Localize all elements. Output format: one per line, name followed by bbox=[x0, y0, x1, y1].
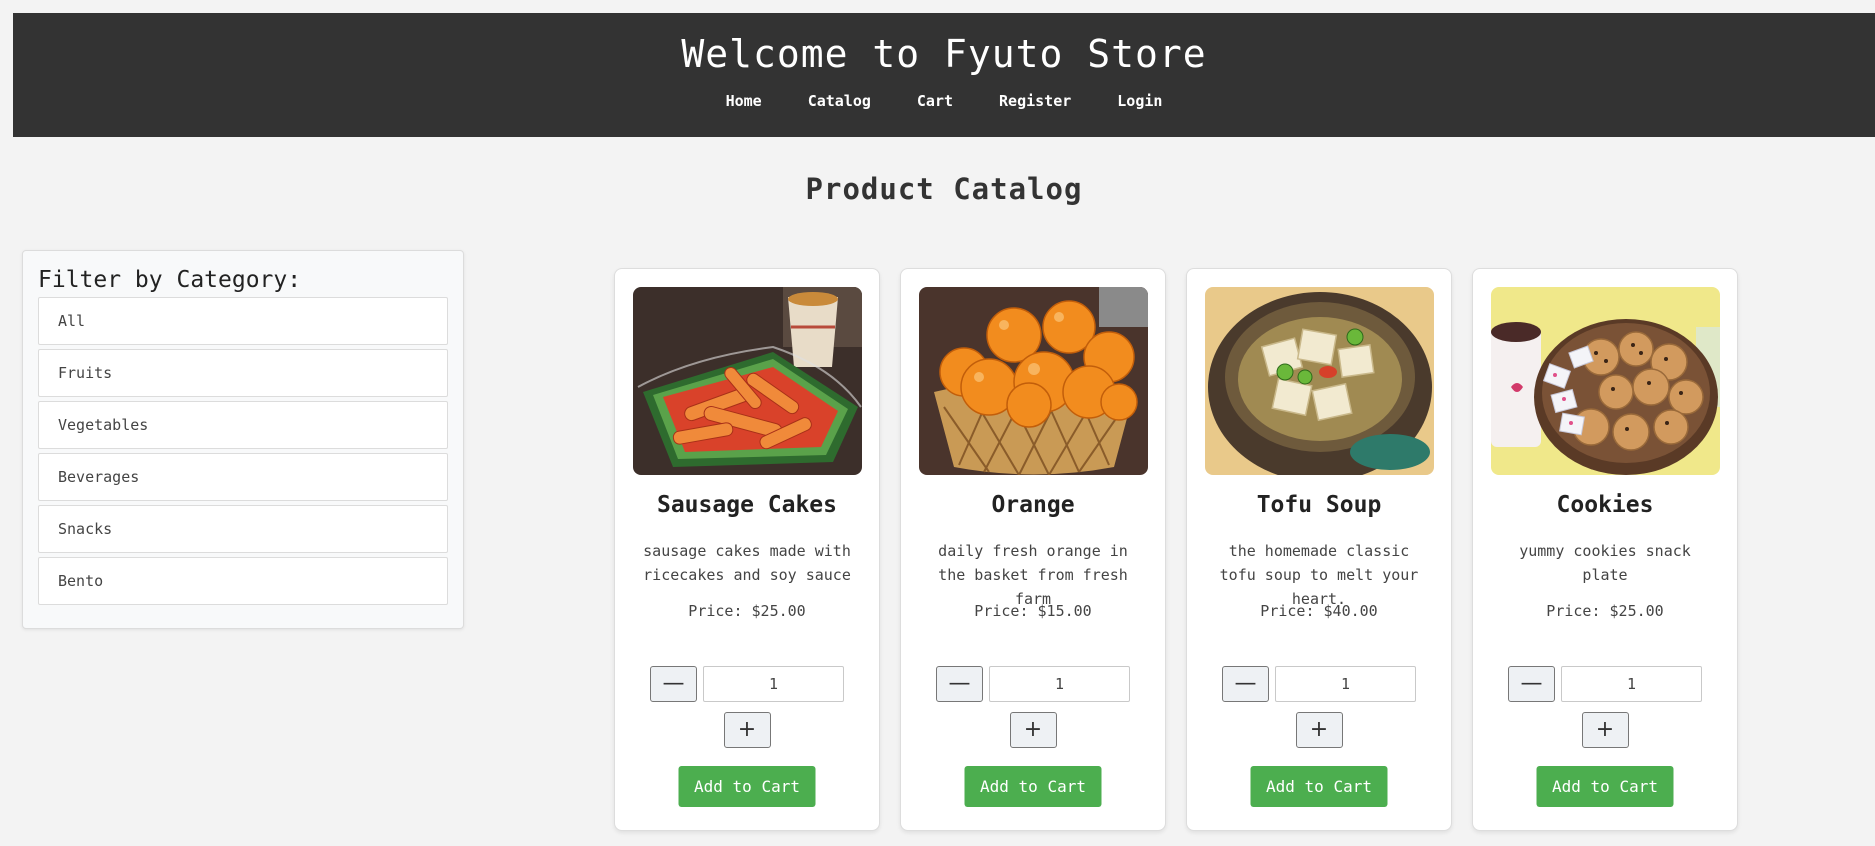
category-beverages[interactable]: Beverages bbox=[38, 453, 448, 501]
nav-login[interactable]: Login bbox=[1094, 91, 1185, 111]
product-price: Price: $15.00 bbox=[974, 602, 1092, 620]
decrease-quantity-button[interactable]: — bbox=[1222, 666, 1269, 702]
increase-quantity-button[interactable]: + bbox=[723, 712, 771, 748]
product-name: Sausage Cakes bbox=[656, 492, 837, 518]
add-to-cart-button[interactable]: Add to Cart bbox=[964, 766, 1102, 807]
add-to-cart-button[interactable]: Add to Cart bbox=[678, 766, 816, 807]
category-fruits[interactable]: Fruits bbox=[38, 349, 448, 397]
increase-row: + bbox=[615, 712, 879, 748]
product-image[interactable] bbox=[1491, 287, 1720, 475]
nav-cart[interactable]: Cart bbox=[894, 91, 976, 111]
orange-basket-image bbox=[919, 287, 1148, 475]
category-list: All Fruits Vegetables Beverages Snacks B… bbox=[38, 297, 448, 605]
quantity-controls: — 1 bbox=[1187, 666, 1451, 702]
quantity-controls: — 1 bbox=[615, 666, 879, 702]
product-name: Tofu Soup bbox=[1256, 492, 1382, 518]
increase-quantity-button[interactable]: + bbox=[1009, 712, 1057, 748]
product-description: daily fresh orange in the basket from fr… bbox=[938, 542, 1128, 608]
category-all[interactable]: All bbox=[38, 297, 448, 345]
quantity-input[interactable]: 1 bbox=[1275, 666, 1416, 702]
increase-row: + bbox=[901, 712, 1165, 748]
add-to-cart-button[interactable]: Add to Cart bbox=[1536, 766, 1674, 807]
product-description: sausage cakes made with ricecakes and so… bbox=[643, 542, 851, 584]
increase-row: + bbox=[1187, 712, 1451, 748]
tofu-soup-image bbox=[1205, 287, 1434, 475]
decrease-quantity-button[interactable]: — bbox=[650, 666, 697, 702]
increase-quantity-button[interactable]: + bbox=[1581, 712, 1629, 748]
nav-home[interactable]: Home bbox=[703, 91, 785, 111]
product-card: Sausage Cakes sausage cakes made with ri… bbox=[614, 268, 880, 831]
decrease-quantity-button[interactable]: — bbox=[1508, 666, 1555, 702]
decrease-quantity-button[interactable]: — bbox=[936, 666, 983, 702]
filter-heading: Filter by Category: bbox=[38, 267, 302, 293]
product-name: Orange bbox=[991, 492, 1075, 518]
increase-row: + bbox=[1473, 712, 1737, 748]
product-image[interactable] bbox=[919, 287, 1148, 475]
increase-quantity-button[interactable]: + bbox=[1295, 712, 1343, 748]
page-title: Product Catalog bbox=[805, 172, 1083, 206]
product-description: yummy cookies snack plate bbox=[1519, 542, 1691, 584]
nav-catalog[interactable]: Catalog bbox=[785, 91, 894, 111]
product-card: Cookies yummy cookies snack plate Price:… bbox=[1472, 268, 1738, 831]
quantity-input[interactable]: 1 bbox=[989, 666, 1130, 702]
product-image[interactable] bbox=[633, 287, 862, 475]
quantity-controls: — 1 bbox=[1473, 666, 1737, 702]
site-title: Welcome to Fyuto Store bbox=[681, 32, 1207, 76]
add-to-cart-button[interactable]: Add to Cart bbox=[1250, 766, 1388, 807]
product-price: Price: $25.00 bbox=[688, 602, 806, 620]
product-price: Price: $25.00 bbox=[1546, 602, 1664, 620]
category-vegetables[interactable]: Vegetables bbox=[38, 401, 448, 449]
main-nav: Home Catalog Cart Register Login bbox=[13, 91, 1875, 111]
product-image[interactable] bbox=[1205, 287, 1434, 475]
product-price: Price: $40.00 bbox=[1260, 602, 1378, 620]
nav-register[interactable]: Register bbox=[976, 91, 1094, 111]
category-snacks[interactable]: Snacks bbox=[38, 505, 448, 553]
cookies-image bbox=[1491, 287, 1720, 475]
product-card: Orange daily fresh orange in the basket … bbox=[900, 268, 1166, 831]
quantity-controls: — 1 bbox=[901, 666, 1165, 702]
category-bento[interactable]: Bento bbox=[38, 557, 448, 605]
product-grid: Sausage Cakes sausage cakes made with ri… bbox=[614, 268, 1738, 831]
site-header: Welcome to Fyuto Store Home Catalog Cart… bbox=[13, 13, 1875, 137]
product-description: the homemade classic tofu soup to melt y… bbox=[1219, 542, 1419, 608]
product-card: Tofu Soup the homemade classic tofu soup… bbox=[1186, 268, 1452, 831]
product-name: Cookies bbox=[1556, 492, 1654, 518]
quantity-input[interactable]: 1 bbox=[703, 666, 844, 702]
category-filter: Filter by Category: All Fruits Vegetable… bbox=[22, 250, 464, 629]
sausage-cakes-image bbox=[633, 287, 862, 475]
quantity-input[interactable]: 1 bbox=[1561, 666, 1702, 702]
